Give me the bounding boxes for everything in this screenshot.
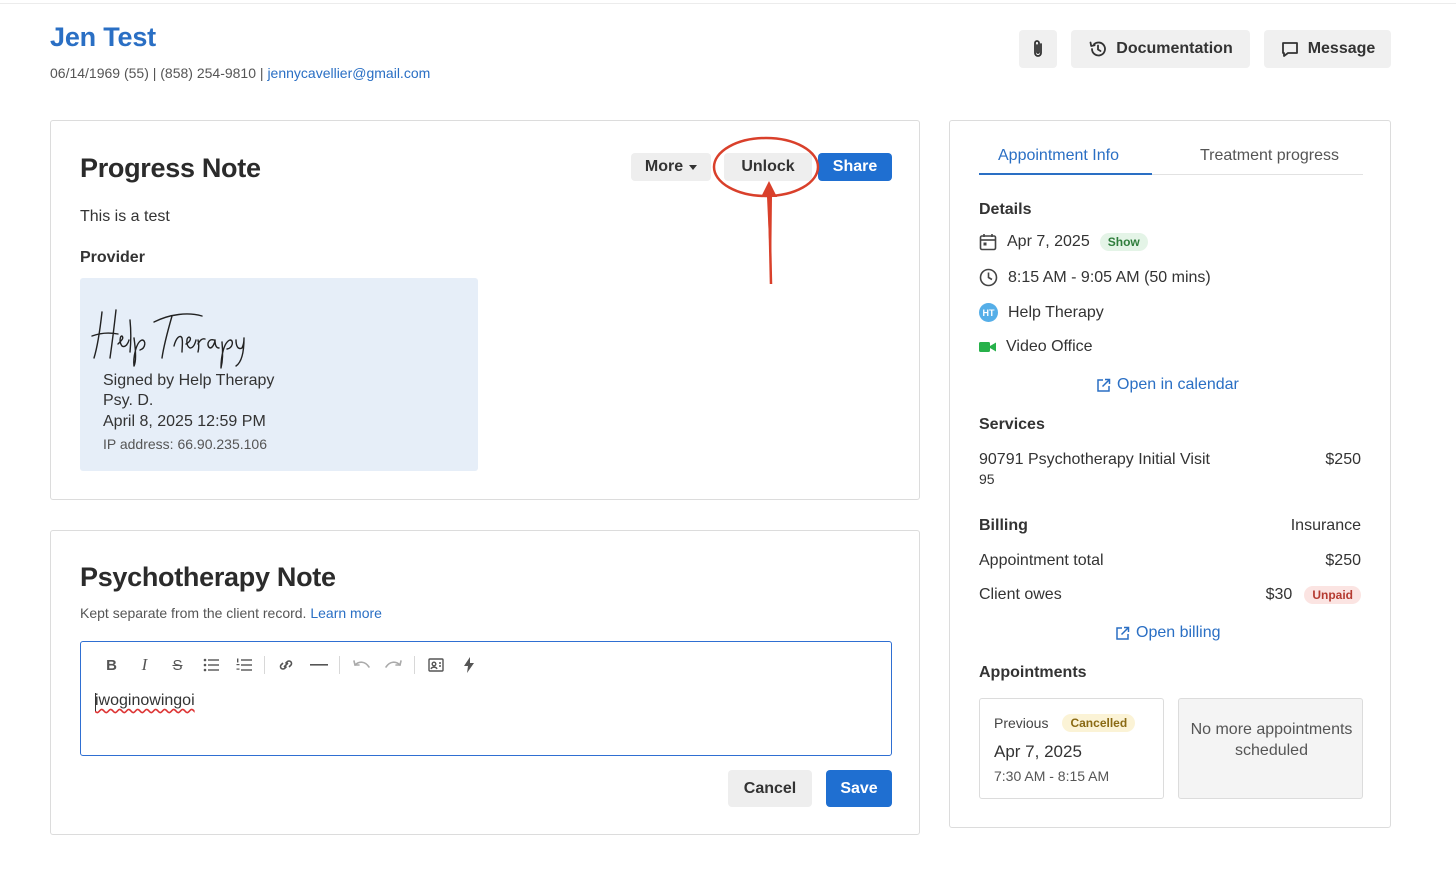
more-label: More bbox=[644, 158, 684, 175]
appointment-total-value: $250 bbox=[1325, 552, 1361, 569]
documentation-label: Documentation bbox=[1116, 40, 1233, 57]
psychotherapy-note-card: Psychotherapy Note Kept separate from th… bbox=[50, 530, 920, 835]
provider-avatar: HT bbox=[979, 303, 998, 322]
strikethrough-icon[interactable]: S bbox=[161, 654, 194, 676]
share-button[interactable]: Share bbox=[818, 153, 892, 181]
appointment-sidebar: Appointment Info Treatment progress Deta… bbox=[949, 120, 1391, 828]
italic-icon[interactable]: I bbox=[128, 654, 161, 676]
tab-appointment-info[interactable]: Appointment Info bbox=[998, 147, 1119, 165]
previous-time: 7:30 AM - 8:15 AM bbox=[994, 768, 1110, 784]
video-camera-icon bbox=[979, 342, 996, 352]
learn-more-link[interactable]: Learn more bbox=[310, 605, 382, 621]
unpaid-badge: Unpaid bbox=[1304, 586, 1361, 604]
signed-by: Signed by Help Therapy bbox=[103, 372, 275, 389]
client-owes-label: Client owes bbox=[979, 586, 1062, 603]
message-button[interactable]: Message bbox=[1264, 30, 1391, 68]
more-button[interactable]: More bbox=[631, 153, 711, 181]
text-cursor bbox=[95, 693, 96, 711]
signer-credential: Psy. D. bbox=[103, 392, 154, 409]
psychotherapy-subtitle-text: Kept separate from the client record. bbox=[80, 605, 307, 621]
appointment-total-label: Appointment total bbox=[979, 552, 1104, 569]
documentation-button[interactable]: Documentation bbox=[1071, 30, 1250, 68]
client-email-link[interactable]: jennycavellier@gmail.com bbox=[267, 65, 430, 81]
signature-box: Signed by Help Therapy Psy. D. April 8, … bbox=[80, 278, 478, 471]
appointments-heading: Appointments bbox=[979, 664, 1087, 681]
external-link-icon bbox=[1097, 378, 1111, 392]
numbered-list-icon[interactable] bbox=[227, 654, 260, 676]
no-more-appointments: No more appointments scheduled bbox=[1190, 721, 1353, 759]
chat-bubble-icon bbox=[1281, 42, 1298, 57]
history-icon bbox=[1089, 41, 1107, 57]
provider-name: Help Therapy bbox=[1008, 303, 1104, 321]
caret-down-icon bbox=[689, 164, 698, 170]
location-name: Video Office bbox=[1006, 338, 1093, 355]
annotation-arrow bbox=[761, 181, 777, 284]
signed-date: April 8, 2025 12:59 PM bbox=[103, 413, 266, 430]
client-name[interactable]: Jen Test bbox=[50, 22, 156, 53]
editor-content[interactable]: iwoginowingoi bbox=[95, 692, 195, 710]
billing-type: Insurance bbox=[1290, 517, 1361, 534]
toolbar-divider bbox=[339, 656, 340, 674]
service-price: $250 bbox=[1325, 451, 1361, 468]
calendar-icon bbox=[979, 234, 997, 251]
undo-icon[interactable] bbox=[344, 654, 377, 676]
progress-note-body: This is a test bbox=[80, 208, 170, 225]
cancel-button[interactable]: Cancel bbox=[728, 770, 812, 807]
client-owes-row: $30 Unpaid bbox=[1266, 586, 1361, 604]
client-info-icon[interactable] bbox=[419, 654, 452, 676]
clock-icon bbox=[979, 268, 998, 287]
service-name: 90791 Psychotherapy Initial Visit bbox=[979, 451, 1210, 468]
active-tab-indicator bbox=[979, 173, 1152, 175]
client-dob-phone: 06/14/1969 (55) | (858) 254-9810 | bbox=[50, 65, 268, 81]
tab-treatment-progress[interactable]: Treatment progress bbox=[1200, 147, 1339, 165]
services-heading: Services bbox=[979, 416, 1045, 433]
external-link-icon bbox=[1116, 626, 1130, 640]
toolbar-divider bbox=[264, 656, 265, 674]
unlock-button[interactable]: Unlock bbox=[724, 153, 812, 181]
billing-heading: Billing bbox=[979, 517, 1028, 534]
ip-address: IP address: 66.90.235.106 bbox=[103, 436, 267, 452]
previous-date: Apr 7, 2025 bbox=[994, 742, 1082, 761]
open-calendar-label: Open in calendar bbox=[1117, 376, 1239, 393]
psychotherapy-note-title: Psychotherapy Note bbox=[80, 562, 336, 592]
progress-note-card: Progress Note More Unlock Share This is … bbox=[50, 120, 920, 500]
open-calendar-link[interactable]: Open in calendar bbox=[1096, 376, 1239, 394]
editor-toolbar: B I S bbox=[95, 654, 485, 676]
link-icon[interactable] bbox=[269, 654, 302, 676]
progress-note-title: Progress Note bbox=[80, 153, 261, 183]
previous-label-row: Previous Cancelled bbox=[994, 714, 1136, 732]
horizontal-rule-icon[interactable] bbox=[302, 654, 335, 676]
client-owes-value: $30 bbox=[1265, 586, 1293, 603]
psychotherapy-editor[interactable]: B I S iwoginowingoi bbox=[80, 641, 892, 756]
next-appointment-card: No more appointments scheduled bbox=[1178, 698, 1363, 799]
top-divider bbox=[0, 0, 1456, 4]
status-badge: Show bbox=[1099, 233, 1148, 251]
client-meta: 06/14/1969 (55) | (858) 254-9810 | jenny… bbox=[50, 65, 430, 81]
redo-icon[interactable] bbox=[377, 654, 410, 676]
toolbar-divider bbox=[414, 656, 415, 674]
open-billing-link[interactable]: Open billing bbox=[1115, 624, 1221, 642]
provider-heading: Provider bbox=[80, 249, 145, 266]
lightning-icon[interactable] bbox=[452, 654, 485, 676]
service-code: 95 bbox=[979, 471, 995, 487]
psychotherapy-subtitle: Kept separate from the client record. Le… bbox=[80, 605, 382, 621]
previous-appointment-card[interactable]: Previous Cancelled Apr 7, 2025 7:30 AM -… bbox=[979, 698, 1164, 799]
details-heading: Details bbox=[979, 201, 1032, 218]
open-billing-label: Open billing bbox=[1136, 624, 1221, 641]
appointment-time: 8:15 AM - 9:05 AM (50 mins) bbox=[1008, 268, 1211, 286]
attachment-button[interactable] bbox=[1019, 30, 1057, 68]
appointment-date-row: Apr 7, 2025 Show bbox=[979, 233, 1148, 251]
location-row: Video Office bbox=[979, 338, 1093, 356]
handwritten-signature bbox=[91, 309, 245, 369]
bold-icon[interactable]: B bbox=[95, 654, 128, 676]
bullet-list-icon[interactable] bbox=[194, 654, 227, 676]
cancelled-badge: Cancelled bbox=[1062, 714, 1136, 732]
appointment-date: Apr 7, 2025 bbox=[1007, 233, 1090, 250]
paperclip-icon bbox=[1034, 40, 1042, 57]
message-label: Message bbox=[1307, 40, 1376, 57]
previous-label: Previous bbox=[994, 715, 1049, 731]
save-button[interactable]: Save bbox=[826, 770, 892, 807]
appointment-time-row: 8:15 AM - 9:05 AM (50 mins) bbox=[979, 268, 1211, 287]
provider-row: HT Help Therapy bbox=[979, 303, 1104, 322]
